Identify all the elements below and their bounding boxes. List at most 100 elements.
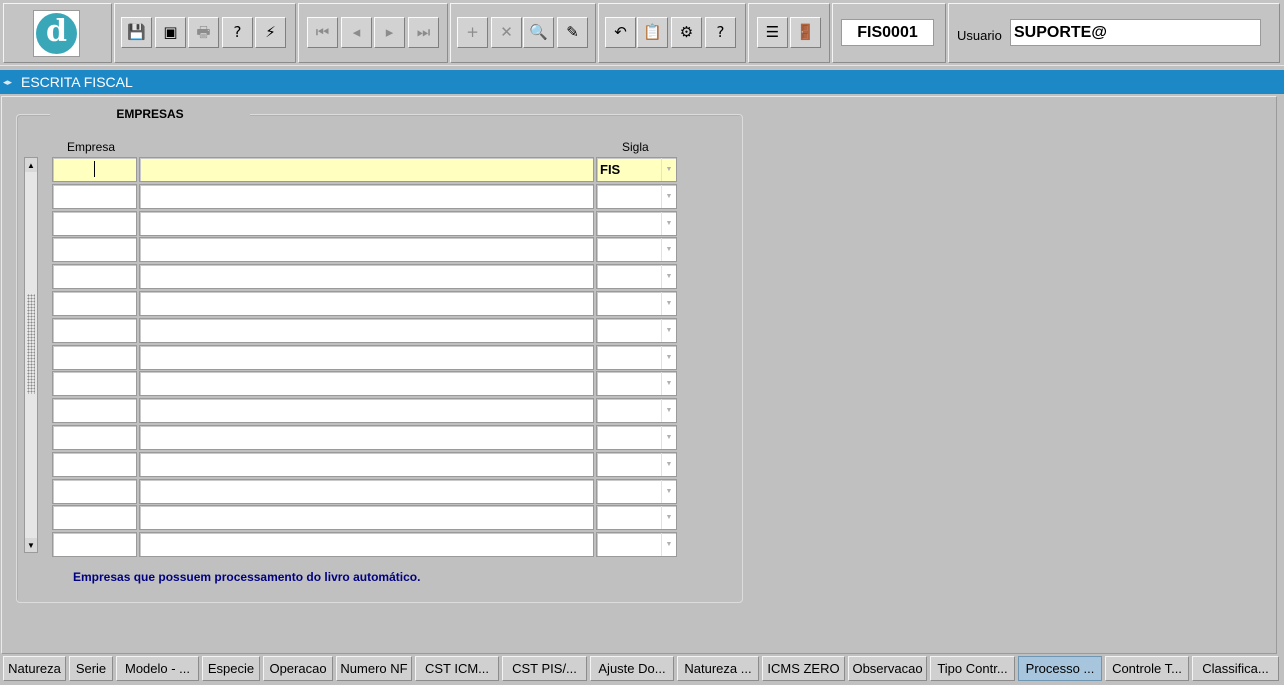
empresa-field[interactable] (52, 451, 137, 477)
tab-14[interactable]: Processo ... (1018, 656, 1102, 681)
empresa-nome-field[interactable] (139, 237, 594, 263)
sigla-select[interactable]: ▼ (596, 183, 677, 209)
empresa-field[interactable] (52, 371, 137, 397)
chevron-down-icon[interactable]: ▼ (661, 238, 676, 262)
last-record-button[interactable]: ⏭ (408, 17, 439, 48)
scroll-up-icon[interactable]: ▲ (25, 158, 37, 172)
empresa-nome-field[interactable] (139, 291, 594, 316)
insert-record-button[interactable]: + (457, 17, 488, 48)
sigla-select[interactable]: ▼ (596, 451, 677, 477)
chevron-down-icon[interactable]: ▼ (661, 158, 676, 181)
chevron-down-icon[interactable]: ▼ (661, 479, 676, 503)
chevron-down-icon[interactable]: ▼ (661, 345, 676, 369)
chevron-down-icon[interactable]: ▼ (661, 265, 676, 289)
save-button[interactable]: 💾 (121, 17, 152, 48)
sigla-select[interactable]: ▼ (596, 371, 677, 397)
chevron-down-icon[interactable]: ▼ (661, 211, 676, 235)
tab-15[interactable]: Controle T... (1105, 656, 1189, 681)
sigla-select[interactable]: ▼ (596, 398, 677, 424)
sigla-select[interactable]: ▼ (596, 210, 677, 236)
sigla-select[interactable]: ▼ (596, 532, 677, 558)
chevron-down-icon[interactable]: ▼ (661, 292, 676, 315)
window-button[interactable]: ▣ (155, 17, 186, 48)
empresa-nome-field[interactable] (139, 183, 594, 209)
execute-button[interactable]: ⚡ (255, 17, 286, 48)
tab-5[interactable]: Operacao (263, 656, 333, 681)
clipboard-button[interactable]: 📋 (637, 17, 668, 48)
sigla-select[interactable]: ▼ (596, 317, 677, 343)
tab-6[interactable]: Numero NF (336, 656, 412, 681)
sigla-select[interactable]: ▼ (596, 291, 677, 316)
next-record-button[interactable]: ▸ (374, 17, 405, 48)
empresa-nome-field[interactable] (139, 451, 594, 477)
empresa-nome-field[interactable] (139, 371, 594, 397)
tab-3[interactable]: Modelo - ... (116, 656, 199, 681)
user-field[interactable]: SUPORTE@ (1010, 19, 1261, 46)
undo-button[interactable]: ↶ (605, 17, 636, 48)
exit-door-button[interactable]: 🚪 (790, 17, 821, 48)
menu-button[interactable]: ☰ (757, 17, 788, 48)
query-button[interactable]: ? (222, 17, 253, 48)
sigla-select[interactable]: ▼ (596, 478, 677, 504)
empresa-nome-field[interactable] (139, 425, 594, 450)
scroll-thumb[interactable] (27, 294, 35, 394)
first-record-button[interactable]: ⏮ (307, 17, 338, 48)
empresa-field[interactable] (52, 478, 137, 504)
empresa-field[interactable] (52, 291, 137, 316)
window-menu-icon[interactable]: ◂▸ (3, 76, 15, 88)
print-button[interactable]: 🖶 (188, 17, 219, 48)
empresa-field[interactable] (52, 398, 137, 424)
chevron-down-icon[interactable]: ▼ (661, 184, 676, 208)
edit-record-button[interactable]: ✎ (557, 17, 588, 48)
help-button[interactable]: ? (705, 17, 736, 48)
chevron-down-icon[interactable]: ▼ (661, 318, 676, 342)
chevron-down-icon[interactable]: ▼ (661, 452, 676, 476)
tab-12[interactable]: Observacao (848, 656, 927, 681)
empresa-field[interactable] (52, 532, 137, 558)
sigla-select[interactable]: ▼ (596, 237, 677, 263)
tools-button[interactable]: ⚙ (671, 17, 702, 48)
delete-record-button[interactable]: ✕ (491, 17, 522, 48)
tab-10[interactable]: Natureza ... (677, 656, 759, 681)
records-scrollbar[interactable]: ▲ ▼ (24, 157, 38, 553)
tab-7[interactable]: CST ICM... (415, 656, 499, 681)
tab-4[interactable]: Especie (202, 656, 260, 681)
search-record-button[interactable]: 🔍 (523, 17, 554, 48)
empresa-field[interactable] (52, 183, 137, 209)
empresa-nome-field[interactable] (139, 398, 594, 424)
empresa-nome-field[interactable] (139, 317, 594, 343)
tab-16[interactable]: Classifica... (1192, 656, 1279, 681)
empresa-nome-field[interactable] (139, 505, 594, 531)
sigla-select[interactable]: FIS ▼ (596, 157, 677, 182)
empresa-field[interactable] (52, 237, 137, 263)
chevron-down-icon[interactable]: ▼ (661, 399, 676, 423)
empresa-field[interactable] (52, 157, 137, 182)
sigla-select[interactable]: ▼ (596, 264, 677, 290)
tab-13[interactable]: Tipo Contr... (930, 656, 1015, 681)
tab-11[interactable]: ICMS ZERO (762, 656, 845, 681)
sigla-select[interactable]: ▼ (596, 505, 677, 531)
empresa-nome-field[interactable] (139, 344, 594, 370)
chevron-down-icon[interactable]: ▼ (661, 506, 676, 530)
sigla-select[interactable]: ▼ (596, 425, 677, 450)
empresa-nome-field[interactable] (139, 478, 594, 504)
scroll-down-icon[interactable]: ▼ (25, 538, 37, 552)
tab-9[interactable]: Ajuste Do... (590, 656, 674, 681)
empresa-field[interactable] (52, 344, 137, 370)
empresa-nome-field[interactable] (139, 532, 594, 558)
tab-1[interactable]: Natureza (3, 656, 66, 681)
chevron-down-icon[interactable]: ▼ (661, 426, 676, 449)
empresa-nome-field[interactable] (139, 210, 594, 236)
tab-8[interactable]: CST PIS/... (502, 656, 587, 681)
chevron-down-icon[interactable]: ▼ (661, 372, 676, 396)
previous-record-button[interactable]: ◂ (341, 17, 372, 48)
empresa-nome-field[interactable] (139, 157, 594, 182)
empresa-field[interactable] (52, 264, 137, 290)
empresa-field[interactable] (52, 425, 137, 450)
tab-2[interactable]: Serie (69, 656, 113, 681)
empresa-field[interactable] (52, 317, 137, 343)
empresa-field[interactable] (52, 210, 137, 236)
empresa-nome-field[interactable] (139, 264, 594, 290)
chevron-down-icon[interactable]: ▼ (661, 533, 676, 557)
sigla-select[interactable]: ▼ (596, 344, 677, 370)
